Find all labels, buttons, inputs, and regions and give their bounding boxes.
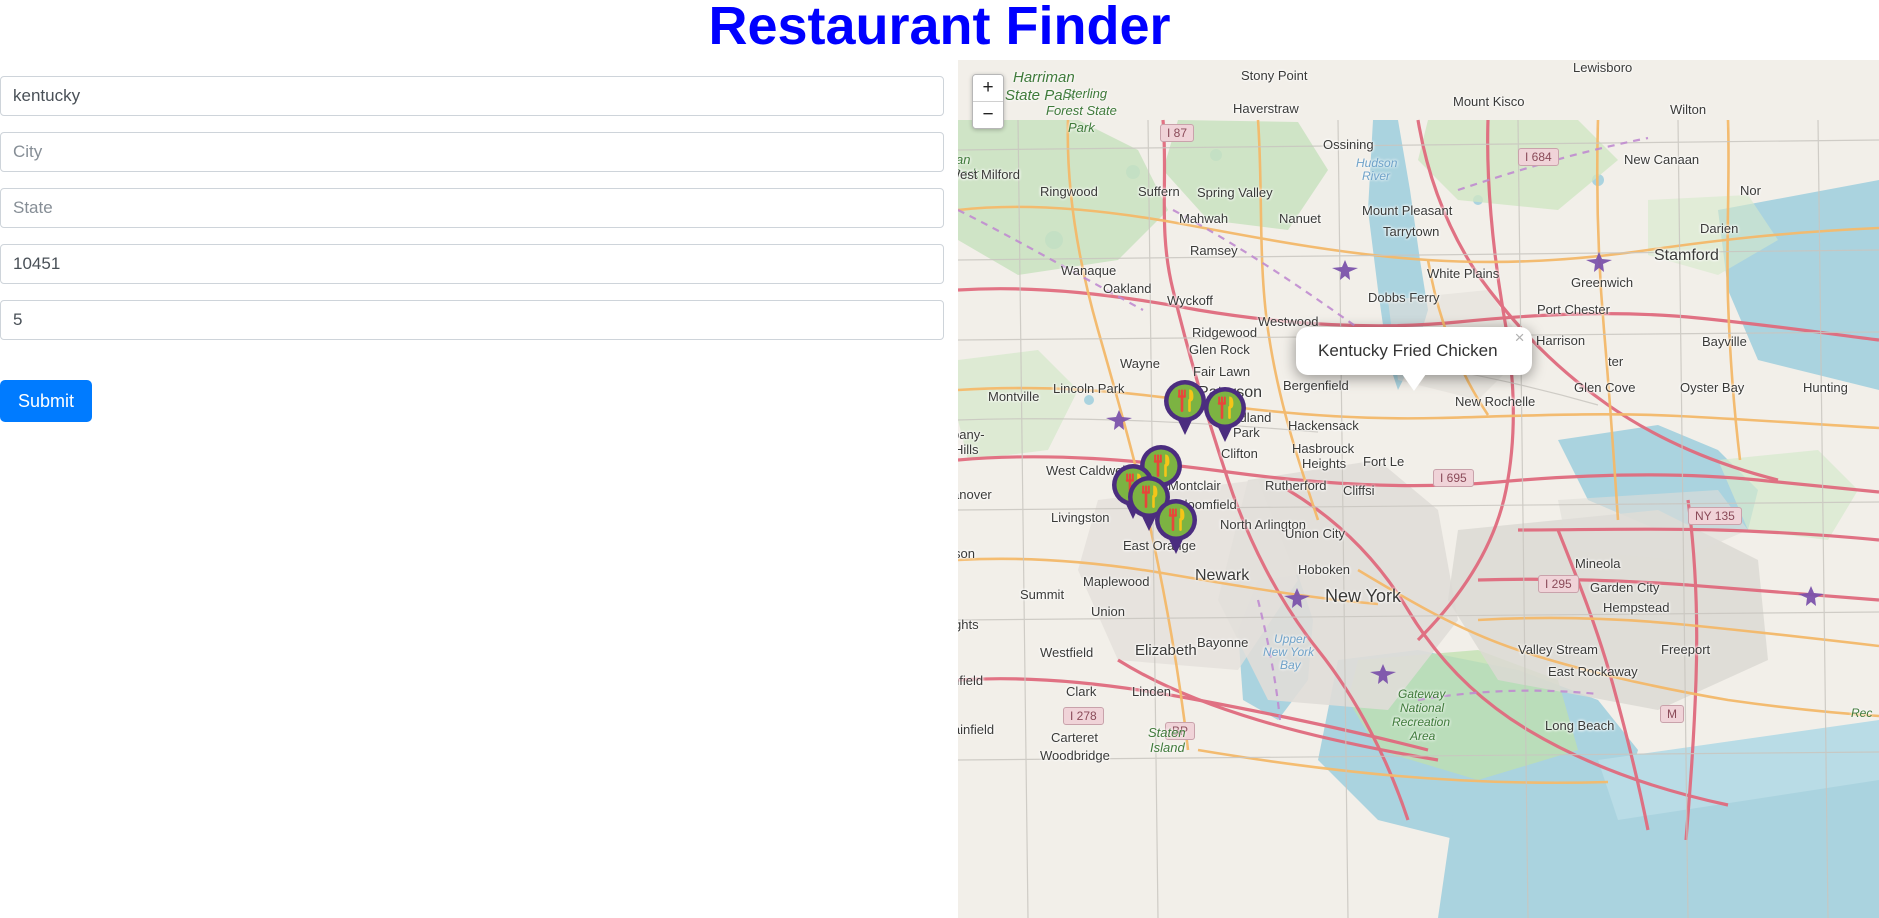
restaurant-pin-icon [1204, 387, 1246, 442]
map-zoom-control[interactable]: + − [972, 74, 1004, 129]
city-input-text: City [13, 142, 43, 161]
zoom-in-button[interactable]: + [973, 75, 1003, 102]
zoom-out-button[interactable]: − [973, 102, 1003, 128]
popup-title: Kentucky Fried Chicken [1318, 341, 1498, 360]
radius-input-text: 5 [13, 310, 23, 329]
submit-button[interactable]: Submit [0, 380, 93, 422]
map-container[interactable]: Harriman State Park Sterling Forest State Pa… [958, 60, 1879, 918]
map-marker-restaurant[interactable] [1202, 385, 1248, 443]
map-marker-restaurant[interactable] [1153, 497, 1199, 555]
restaurant-finder-page: Restaurant Finder kentucky City State 10451… [0, 0, 1879, 918]
restaurant-input-text: kentucky [13, 86, 81, 105]
zip-input[interactable]: 10451 [0, 244, 944, 284]
restaurant-pin-icon [1155, 499, 1197, 554]
state-input-text: State [13, 198, 53, 217]
search-form: kentucky City State 10451 5 Submit [0, 76, 944, 422]
zip-input-text: 10451 [13, 254, 61, 273]
map-popup[interactable]: Kentucky Fried Chicken × [1296, 327, 1532, 391]
state-input[interactable]: State [0, 188, 944, 228]
popup-close-icon[interactable]: × [1515, 329, 1525, 346]
page-title: Restaurant Finder [708, 0, 1171, 56]
city-input[interactable]: City [0, 132, 944, 172]
radius-input[interactable]: 5 [0, 300, 944, 340]
submit-row: Submit [0, 380, 944, 422]
restaurant-input[interactable]: kentucky [0, 76, 944, 116]
